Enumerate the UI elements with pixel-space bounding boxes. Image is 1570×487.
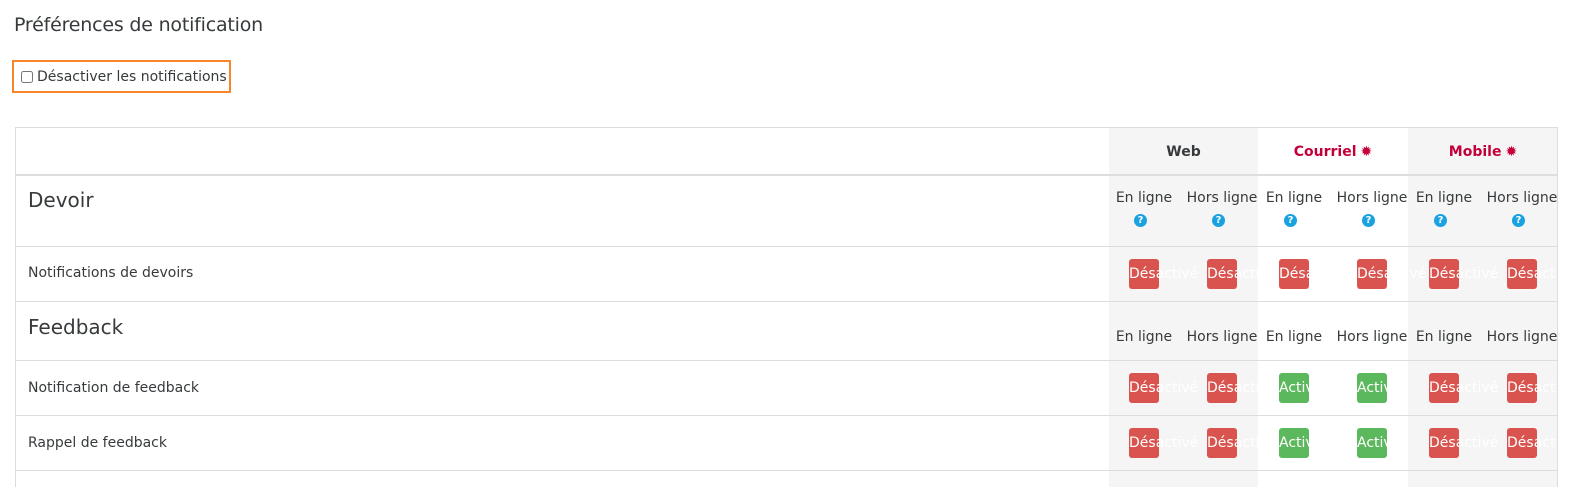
question-circle-icon[interactable]: ?	[1512, 214, 1525, 227]
row-divider	[16, 415, 1557, 416]
row-label-rappel-de-feedback: Rappel de feedback	[28, 435, 167, 451]
toggle-label: Désactivé	[1507, 435, 1557, 451]
question-circle-icon[interactable]: ?	[1212, 214, 1225, 227]
disable-notifications-label[interactable]: Désactiver les notifications	[37, 69, 227, 85]
disable-notifications-checkbox[interactable]	[21, 70, 33, 83]
processor-courriel[interactable]: Courriel ✹	[1258, 142, 1408, 162]
toggle-deactivated-button[interactable]: Désactivé	[1429, 373, 1498, 403]
toggle-deactivated-button[interactable]: Désactivé	[1507, 373, 1557, 403]
toggle-deactivated-button[interactable]: Désactivé	[1357, 259, 1426, 289]
toggle-label: Désactivé	[1129, 435, 1199, 451]
toggle-label: Activé	[1279, 380, 1323, 396]
state-label-online: En ligne	[1265, 190, 1323, 206]
question-circle-icon[interactable]: ?	[1434, 214, 1447, 227]
section-title-feedback: Feedback	[28, 315, 124, 339]
processor-mobile[interactable]: Mobile ✹	[1408, 142, 1557, 162]
question-circle-icon[interactable]: ?	[1284, 214, 1297, 227]
toggle-activated-button[interactable]: Activé	[1357, 373, 1400, 403]
toggle-label: Désactivé	[1207, 266, 1277, 282]
toggle-deactivated-button[interactable]: Désactivé	[1507, 428, 1557, 458]
toggle-deactivated-button[interactable]: Désactivé	[1129, 259, 1198, 289]
page-title: Préférences de notification	[14, 14, 264, 36]
header-divider	[16, 174, 1557, 176]
question-circle-icon[interactable]: ?	[1362, 214, 1375, 227]
row-divider	[16, 246, 1557, 247]
toggle-label: Désactivé	[1429, 380, 1499, 396]
state-label-online: En ligne	[1415, 190, 1473, 206]
toggle-label: Désactivé	[1507, 380, 1557, 396]
toggle-deactivated-button[interactable]: Désactivé	[1129, 373, 1198, 403]
toggle-deactivated-button[interactable]: Désactivé	[1279, 259, 1348, 289]
state-label-online: En ligne	[1115, 329, 1173, 345]
toggle-deactivated-button[interactable]: Désactivé	[1429, 259, 1498, 289]
toggle-activated-button[interactable]: Activé	[1279, 428, 1322, 458]
toggle-label: Désactivé	[1429, 266, 1499, 282]
toggle-label: Activé	[1357, 380, 1401, 396]
toggle-label: Désactivé	[1279, 266, 1349, 282]
toggle-activated-button[interactable]: Activé	[1357, 428, 1400, 458]
state-label-offline: Hors ligne	[1486, 329, 1558, 345]
row-divider	[16, 360, 1557, 361]
toggle-label: Désactivé	[1357, 266, 1427, 282]
gear-icon[interactable]: ✹	[1361, 145, 1373, 159]
row-label-notifications-de-devoirs: Notifications de devoirs	[28, 265, 194, 281]
toggle-label: Désactivé	[1429, 435, 1499, 451]
processor-web: Web	[1166, 144, 1201, 160]
notification-preferences-table: Web Courriel ✹ Mobile ✹ Devoir En ligne Ho…	[15, 127, 1558, 487]
toggle-activated-button[interactable]: Activé	[1279, 373, 1322, 403]
toggle-label: Désactivé	[1207, 380, 1277, 396]
toggle-deactivated-button[interactable]: Désactivé	[1207, 428, 1276, 458]
toggle-deactivated-button[interactable]: Désactivé	[1129, 428, 1198, 458]
state-label-online: En ligne	[1115, 190, 1173, 206]
toggle-label: Désactivé	[1129, 266, 1199, 282]
state-label-online: En ligne	[1265, 329, 1323, 345]
gear-icon[interactable]: ✹	[1505, 145, 1517, 159]
state-label-offline: Hors ligne	[1186, 329, 1258, 345]
state-label-offline: Hors ligne	[1336, 329, 1408, 345]
row-divider	[16, 470, 1557, 471]
toggle-label: Désactivé	[1207, 435, 1277, 451]
toggle-label: Désactivé	[1507, 266, 1557, 282]
toggle-deactivated-button[interactable]: Désactivé	[1207, 259, 1276, 289]
toggle-label: Activé	[1357, 435, 1401, 451]
question-circle-icon[interactable]: ?	[1134, 214, 1147, 227]
state-label-online: En ligne	[1415, 329, 1473, 345]
state-label-offline: Hors ligne	[1186, 190, 1258, 206]
toggle-label: Désactivé	[1129, 380, 1199, 396]
state-label-offline: Hors ligne	[1486, 190, 1558, 206]
section-title-devoir: Devoir	[28, 188, 94, 212]
row-label-notification-de-feedback: Notification de feedback	[28, 380, 200, 396]
toggle-deactivated-button[interactable]: Désactivé	[1507, 259, 1557, 289]
toggle-label: Activé	[1279, 435, 1323, 451]
disable-notifications-container[interactable]: Désactiver les notifications	[12, 60, 231, 93]
row-divider	[16, 301, 1557, 302]
state-label-offline: Hors ligne	[1336, 190, 1408, 206]
toggle-deactivated-button[interactable]: Désactivé	[1207, 373, 1276, 403]
toggle-deactivated-button[interactable]: Désactivé	[1429, 428, 1498, 458]
